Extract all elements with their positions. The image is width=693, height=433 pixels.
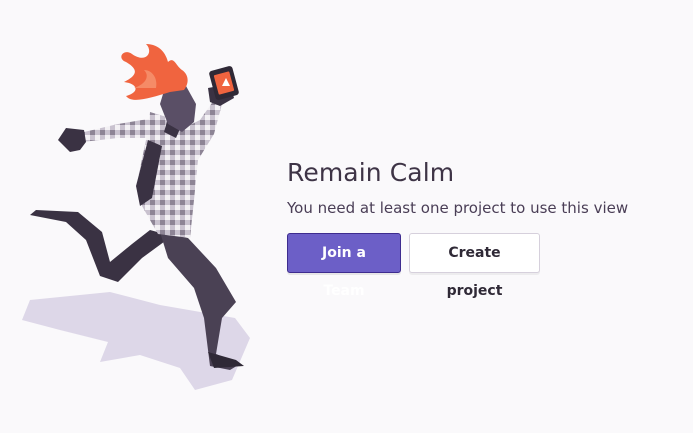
empty-state-page: Remain Calm You need at least one projec… (0, 0, 693, 433)
join-team-button[interactable]: Join a Team (287, 233, 401, 299)
back-hand (58, 128, 86, 152)
create-project-button[interactable]: Create project (409, 233, 540, 299)
empty-state-description: You need at least one project to use thi… (287, 199, 629, 217)
empty-state-title: Remain Calm (287, 158, 455, 187)
empty-state-actions: Join a Team Create project (287, 233, 667, 299)
empty-state-message: Remain Calm You need at least one projec… (287, 155, 667, 299)
